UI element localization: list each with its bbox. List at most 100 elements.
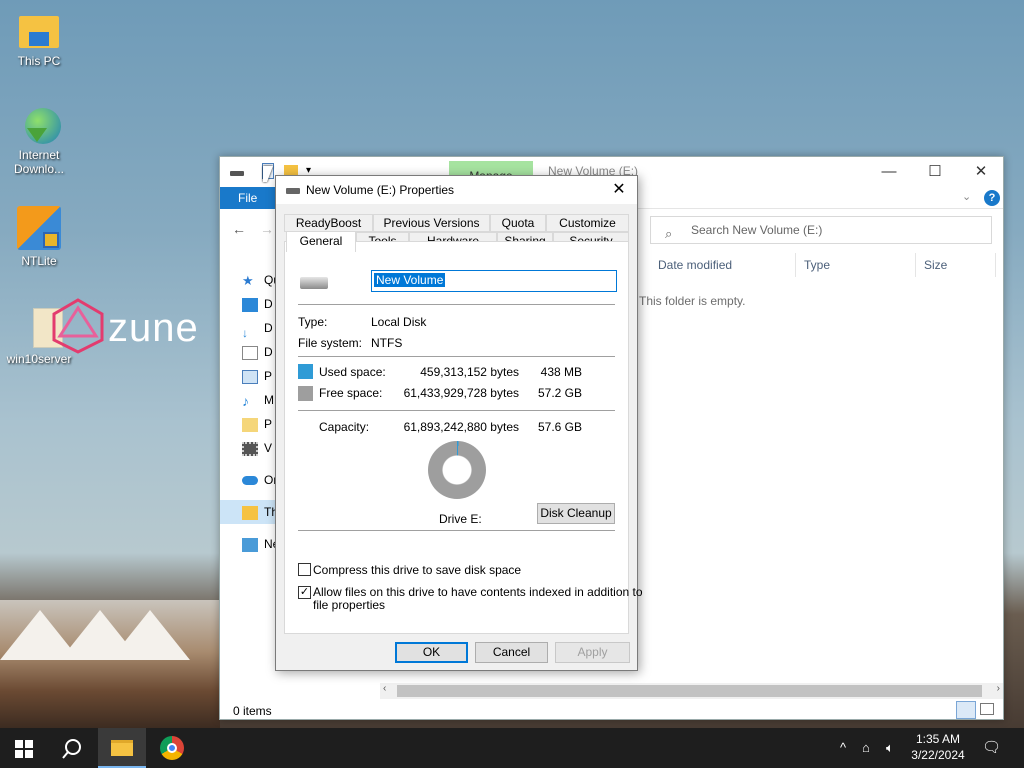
- disk-cleanup-button[interactable]: Disk Cleanup: [537, 503, 615, 524]
- music-note-icon: ♪: [242, 392, 249, 409]
- volume-muted-icon[interactable]: 🔈︎: [886, 728, 894, 768]
- taskbar-file-explorer[interactable]: [98, 728, 146, 768]
- nav-item-pictures[interactable]: P: [242, 365, 272, 387]
- chrome-icon-center: [167, 743, 177, 753]
- drive-icon: [300, 277, 328, 289]
- used-space-bytes: 459,313,152 bytes: [420, 365, 519, 379]
- folder-icon: [242, 417, 258, 432]
- used-space-label: Used space:: [319, 365, 386, 379]
- desktop-icon-label: NTLite: [21, 254, 57, 268]
- file-system-value: NTFS: [371, 336, 403, 350]
- wallpaper-tent: [110, 610, 190, 660]
- notification-center-icon[interactable]: 🗨︎: [982, 728, 1001, 768]
- tab-customize[interactable]: Customize: [546, 214, 629, 232]
- status-bar: 0 items: [220, 701, 1003, 721]
- column-header-type[interactable]: Type: [796, 253, 916, 277]
- desktop-icon-label: This PC: [17, 54, 61, 68]
- search-icon: ⌕: [665, 226, 673, 241]
- forward-arrow-icon[interactable]: →: [260, 221, 274, 237]
- column-header-size[interactable]: Size: [916, 253, 996, 277]
- nav-item-music[interactable]: ♪ M: [242, 389, 274, 411]
- maximize-button[interactable]: ☐: [912, 157, 958, 187]
- capacity-size: 57.6 GB: [537, 420, 582, 434]
- dialog-title: New Volume (E:) Properties: [306, 183, 455, 197]
- taskbar: ^ ⌂ 🔈︎ 1:35 AM 3/22/2024 🗨︎: [0, 728, 1024, 768]
- close-icon[interactable]: ✕: [609, 179, 629, 201]
- drive-label: Drive E:: [439, 512, 482, 526]
- cloud-icon: [242, 476, 258, 486]
- compress-label: Compress this drive to save disk space: [313, 563, 522, 577]
- nav-item-desktop[interactable]: D: [242, 293, 273, 315]
- general-tab-panel: New Volume Type: Local Disk File system:…: [284, 241, 643, 634]
- column-header-date-modified[interactable]: Date modified: [650, 253, 796, 277]
- nav-item-videos[interactable]: V: [242, 437, 272, 459]
- tab-readyboost[interactable]: ReadyBoost: [284, 214, 373, 232]
- computer-icon: [242, 505, 258, 520]
- clock-date: 3/22/2024: [911, 748, 965, 762]
- help-icon[interactable]: ?: [984, 190, 1000, 206]
- mouse-cursor-icon: [263, 166, 273, 182]
- index-checkbox[interactable]: ✓: [298, 586, 311, 599]
- scroll-right-icon[interactable]: ›: [997, 683, 1000, 694]
- network-icon[interactable]: ⌂: [862, 728, 870, 768]
- index-label-line2: file properties: [313, 598, 386, 612]
- volume-name-input[interactable]: New Volume: [371, 270, 617, 292]
- system-clock[interactable]: 1:35 AM 3/22/2024: [908, 731, 968, 763]
- network-icon: [242, 537, 258, 552]
- minimize-button[interactable]: —: [866, 157, 912, 187]
- large-icons-view-icon[interactable]: [980, 703, 994, 715]
- star-icon: ★: [242, 272, 254, 288]
- free-space-label: Free space:: [319, 386, 383, 400]
- search-input[interactable]: ⌕ Search New Volume (E:): [650, 216, 992, 244]
- close-button[interactable]: ✕: [958, 157, 1004, 187]
- wallpaper-zune-logo: zune: [50, 298, 220, 358]
- desktop-icon-ntlite[interactable]: NTLite: [4, 206, 74, 268]
- back-arrow-icon[interactable]: ←: [232, 221, 246, 237]
- horizontal-scrollbar[interactable]: ‹ ›: [380, 683, 1003, 699]
- show-hidden-icons-chevron-icon[interactable]: ^: [840, 728, 846, 768]
- divider: [298, 356, 615, 357]
- scroll-left-icon[interactable]: ‹: [383, 683, 386, 694]
- type-value: Local Disk: [371, 315, 427, 329]
- compress-checkbox[interactable]: [298, 563, 311, 576]
- search-button[interactable]: [48, 728, 96, 768]
- clock-time: 1:35 AM: [915, 732, 961, 746]
- nav-label: V: [264, 441, 273, 455]
- taskbar-chrome[interactable]: [148, 728, 196, 768]
- properties-dialog: New Volume (E:) Properties ✕ ReadyBoost …: [275, 175, 643, 671]
- drive-icon: [230, 171, 244, 176]
- folder-icon: [17, 12, 61, 52]
- desktop-folder-icon: [242, 297, 258, 312]
- index-label-line1: Allow files on this drive to have conten…: [313, 585, 643, 599]
- cancel-button[interactable]: Cancel: [475, 642, 548, 663]
- desktop-icon-internet-download-manager[interactable]: Internet Downlo...: [4, 106, 74, 176]
- tab-previous-versions[interactable]: Previous Versions: [373, 214, 490, 232]
- free-space-swatch: [298, 386, 313, 401]
- nav-label: D: [264, 321, 273, 335]
- apply-button[interactable]: Apply: [555, 642, 630, 663]
- nav-item-network[interactable]: Ne: [242, 533, 279, 555]
- divider: [298, 410, 615, 411]
- chevron-down-icon[interactable]: ⌄: [962, 190, 971, 203]
- download-arrow-icon: ↓: [242, 325, 248, 340]
- details-view-icon[interactable]: [956, 701, 976, 719]
- type-label: Type:: [298, 315, 328, 329]
- desktop-icon-this-pc[interactable]: This PC: [4, 12, 74, 68]
- desktop-icon-label: Internet Downlo...: [13, 148, 65, 176]
- search-placeholder: Search New Volume (E:): [691, 223, 823, 237]
- used-space-size: 438 MB: [540, 365, 582, 379]
- tab-general[interactable]: General: [286, 231, 356, 252]
- disk-usage-donut-chart: [428, 441, 486, 499]
- item-count: 0 items: [233, 704, 272, 718]
- tab-quota[interactable]: Quota: [490, 214, 546, 232]
- ok-button[interactable]: OK: [395, 642, 468, 663]
- nav-item-this-pc[interactable]: Th: [242, 501, 278, 523]
- windows-logo-icon: [15, 739, 33, 758]
- tab-file[interactable]: File: [220, 187, 275, 209]
- ntlite-icon: [17, 206, 61, 250]
- start-button[interactable]: [0, 728, 48, 768]
- scrollbar-thumb[interactable]: [397, 685, 982, 697]
- nav-item-documents[interactable]: D: [242, 341, 273, 363]
- nav-item-downloads[interactable]: ↓ D: [242, 317, 273, 340]
- nav-item-folder[interactable]: P: [242, 413, 272, 435]
